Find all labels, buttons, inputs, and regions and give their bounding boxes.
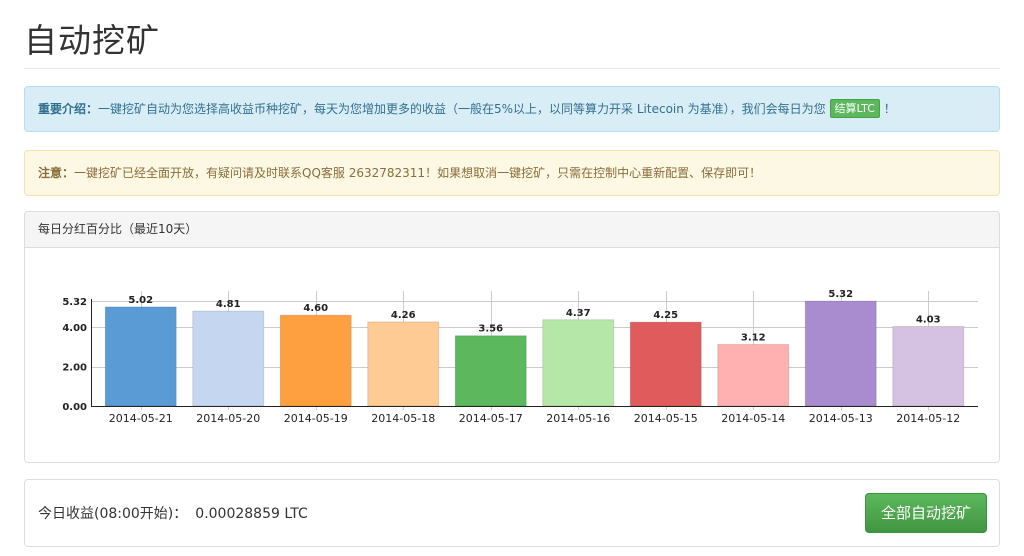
info-alert-text: 一键挖矿自动为您选择高收益币种挖矿，每天为您增加更多的收益（一般在5%以上，以同… bbox=[98, 102, 826, 116]
y-tick-label: 2.00 bbox=[62, 363, 87, 374]
bar-value-label: 3.56 bbox=[478, 324, 503, 335]
x-tick-label: 2014-05-14 bbox=[721, 412, 785, 425]
bar bbox=[717, 343, 790, 407]
bar-value-label: 4.60 bbox=[303, 303, 328, 314]
bar bbox=[104, 306, 177, 407]
income-panel: 今日收益(08:00开始)： 0.00028859 LTC 全部自动挖矿 bbox=[24, 479, 1000, 547]
x-tick-label: 2014-05-12 bbox=[896, 412, 960, 425]
warning-alert-text: 一键挖矿已经全面开放，有疑问请及时联系QQ客服 2632782311！如果想取消… bbox=[74, 166, 762, 180]
warning-alert: 注意：一键挖矿已经全面开放，有疑问请及时联系QQ客服 2632782311！如果… bbox=[24, 150, 1000, 196]
dividend-chart-panel: 每日分红百分比（最近10天） 5.02 2014-05-21 4.81 2014-05… bbox=[24, 211, 1000, 463]
bar-value-label: 3.12 bbox=[741, 332, 766, 343]
auto-mine-all-button[interactable]: 全部自动挖矿 bbox=[865, 493, 987, 533]
bar bbox=[892, 325, 965, 407]
info-alert-label: 重要介绍： bbox=[38, 102, 99, 116]
y-tick-label: 4.00 bbox=[62, 323, 87, 334]
bar-value-label: 4.37 bbox=[566, 308, 591, 319]
bar-value-label: 4.26 bbox=[391, 310, 416, 321]
x-tick-label: 2014-05-16 bbox=[546, 412, 610, 425]
x-tick-label: 2014-05-17 bbox=[459, 412, 523, 425]
today-income-value: 0.00028859 LTC bbox=[195, 506, 308, 522]
title-divider bbox=[24, 68, 1000, 69]
bar-value-label: 5.02 bbox=[128, 295, 153, 306]
x-tick-label: 2014-05-20 bbox=[196, 412, 260, 425]
x-tick-label: 2014-05-21 bbox=[109, 412, 173, 425]
y-tick-label: 0.00 bbox=[62, 402, 87, 413]
bar bbox=[192, 310, 265, 407]
x-tick-label: 2014-05-15 bbox=[634, 412, 698, 425]
settle-ltc-badge: 结算LTC bbox=[829, 99, 880, 118]
bar bbox=[629, 321, 702, 407]
bar bbox=[279, 314, 352, 407]
bar bbox=[454, 335, 527, 407]
x-tick-label: 2014-05-18 bbox=[371, 412, 435, 425]
y-tick-label: 5.32 bbox=[62, 297, 87, 308]
bar bbox=[804, 300, 877, 407]
bar-value-label: 4.81 bbox=[216, 299, 241, 310]
today-income: 今日收益(08:00开始)： 0.00028859 LTC bbox=[38, 503, 308, 523]
bar-value-label: 5.32 bbox=[828, 289, 853, 300]
info-alert-suffix: ！ bbox=[883, 102, 896, 116]
bar-value-label: 4.03 bbox=[916, 314, 941, 325]
dividend-bar-chart: 5.02 2014-05-21 4.81 2014-05-20 4.60 2014-05-… bbox=[62, 289, 978, 425]
x-tick-label: 2014-05-19 bbox=[284, 412, 348, 425]
today-income-label: 今日收益(08:00开始)： bbox=[38, 506, 188, 522]
x-tick-label: 2014-05-13 bbox=[809, 412, 873, 425]
page-title: 自动挖矿 bbox=[24, 21, 160, 60]
bar-value-label: 4.25 bbox=[653, 310, 678, 321]
bar bbox=[542, 319, 615, 407]
warning-alert-label: 注意： bbox=[38, 166, 75, 180]
info-alert: 重要介绍：一键挖矿自动为您选择高收益币种挖矿，每天为您增加更多的收益（一般在5%… bbox=[24, 86, 1000, 132]
bar bbox=[367, 321, 440, 407]
